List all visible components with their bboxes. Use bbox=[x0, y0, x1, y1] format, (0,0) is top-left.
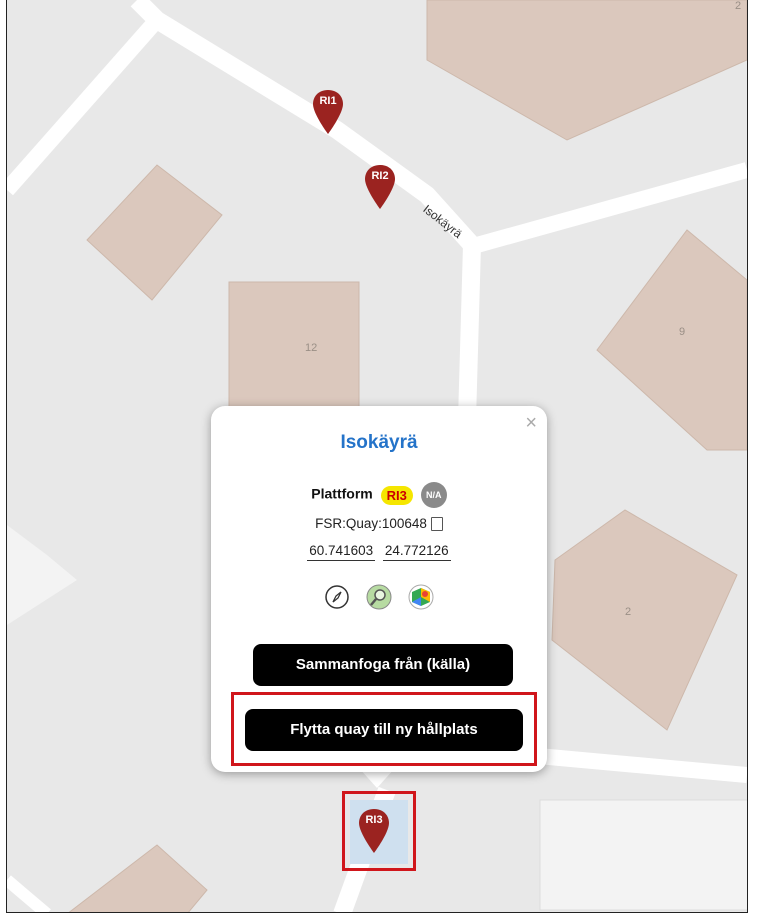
building bbox=[86, 164, 223, 301]
highlight-ri3-marker bbox=[342, 791, 416, 871]
road bbox=[7, 875, 51, 912]
map-canvas[interactable]: 12 9 2 2 Isokäyrä RI1 RI2 RI3 × Isokäyrä… bbox=[6, 0, 748, 913]
highlight-move-button bbox=[231, 692, 537, 766]
building bbox=[228, 281, 360, 413]
marker-label: RI1 bbox=[319, 95, 337, 107]
quay-id-row: FSR:Quay:100648 bbox=[211, 516, 547, 532]
building bbox=[596, 229, 747, 451]
road bbox=[474, 162, 747, 253]
na-badge: N/A bbox=[420, 482, 447, 508]
longitude-field[interactable]: 24.772126 bbox=[382, 543, 451, 561]
quay-id: FSR:Quay:100648 bbox=[315, 516, 427, 531]
google-maps-icon[interactable] bbox=[408, 584, 434, 610]
magnifier-map-icon[interactable] bbox=[366, 584, 392, 610]
building-number: 12 bbox=[305, 342, 318, 354]
building bbox=[426, 0, 747, 141]
popup-title: Isokäyrä bbox=[340, 432, 418, 453]
compass-icon[interactable] bbox=[324, 584, 350, 610]
latitude-field[interactable]: 60.741603 bbox=[307, 543, 376, 561]
quay-type-label: Plattform bbox=[311, 485, 373, 502]
building-number: 9 bbox=[679, 326, 686, 338]
building-number: 2 bbox=[735, 0, 742, 12]
building bbox=[551, 509, 738, 731]
building bbox=[7, 525, 77, 625]
marker-label: RI2 bbox=[371, 170, 389, 182]
stop-marker-ri1[interactable]: RI1 bbox=[311, 88, 345, 136]
quay-code-badge: RI3 bbox=[380, 485, 413, 505]
map-tools bbox=[211, 584, 547, 610]
road bbox=[526, 747, 747, 783]
road bbox=[7, 14, 163, 196]
building bbox=[539, 799, 747, 911]
copy-icon[interactable] bbox=[430, 517, 443, 532]
merge-from-source-button[interactable]: Sammanfoga från (källa) bbox=[253, 644, 513, 686]
building-number: 2 bbox=[625, 606, 632, 618]
building bbox=[68, 844, 208, 912]
quay-type-row: Plattform RI3 N/A bbox=[211, 482, 547, 508]
coordinates-row: 60.741603 24.772126 bbox=[211, 543, 547, 561]
stop-marker-ri2[interactable]: RI2 bbox=[363, 163, 397, 211]
